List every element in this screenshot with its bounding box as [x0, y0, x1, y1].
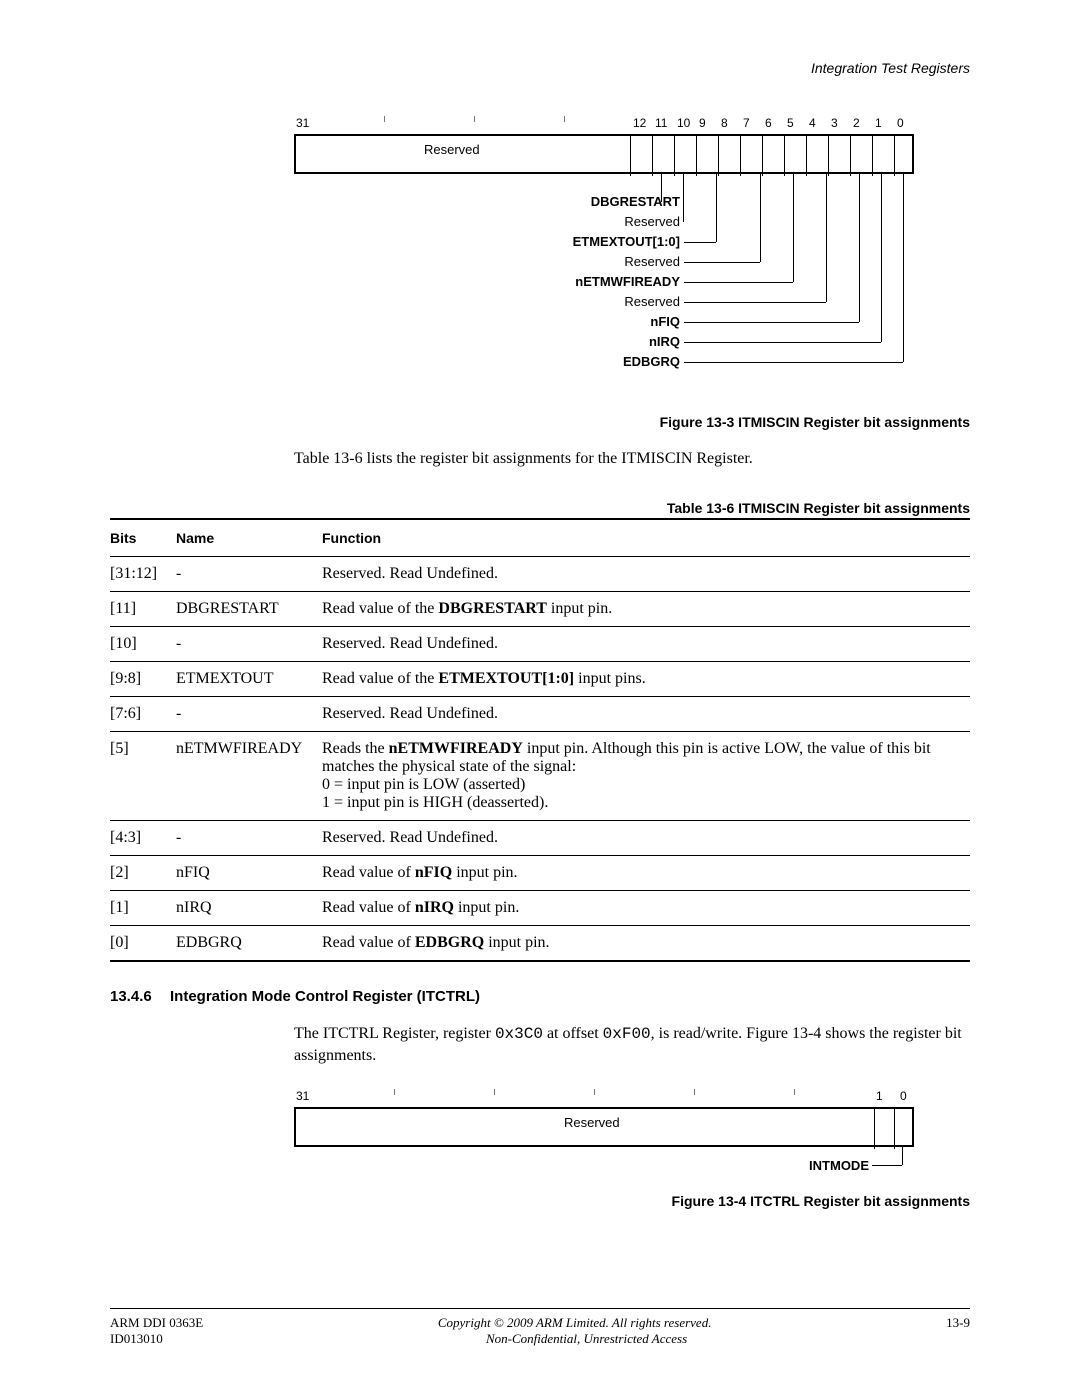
cell-bits: [11]	[110, 591, 176, 626]
cell-function: Read value of nFIQ input pin.	[322, 855, 970, 890]
cell-bits: [10]	[110, 626, 176, 661]
register-box	[294, 134, 914, 174]
section-heading: 13.4.6Integration Mode Control Register …	[110, 988, 970, 1005]
cell-name: -	[176, 820, 322, 855]
bit-1-f2: 1	[876, 1089, 883, 1103]
cell-name: DBGRESTART	[176, 591, 322, 626]
cell-name: -	[176, 556, 322, 591]
table-row: [31:12]-Reserved. Read Undefined.	[110, 556, 970, 591]
cell-name: -	[176, 626, 322, 661]
table-row: [2]nFIQRead value of nFIQ input pin.	[110, 855, 970, 890]
table-row: [4:3]-Reserved. Read Undefined.	[110, 820, 970, 855]
section-title: Integration Mode Control Register (ITCTR…	[170, 988, 480, 1005]
signal-reserved: Reserved	[294, 254, 680, 269]
bitassign-table: Bits Name Function [31:12]-Reserved. Rea…	[110, 518, 970, 962]
figure-itctrl: 31 1 0 Reserved INTMODE	[294, 1089, 914, 1179]
cell-name: nIRQ	[176, 890, 322, 925]
table-row: [10]-Reserved. Read Undefined.	[110, 626, 970, 661]
cell-function: Reserved. Read Undefined.	[322, 626, 970, 661]
th-func: Function	[322, 519, 970, 557]
signal-dbgrestart: DBGRESTART	[294, 194, 680, 209]
cell-bits: [0]	[110, 925, 176, 961]
bit-3: 3	[831, 116, 838, 130]
signal-edbgrq: EDBGRQ	[294, 354, 680, 369]
table-row: [9:8]ETMEXTOUTRead value of the ETMEXTOU…	[110, 661, 970, 696]
bit-0-f2: 0	[900, 1089, 907, 1103]
table-caption: Table 13-6 ITMISCIN Register bit assignm…	[110, 500, 970, 516]
table-row: [1]nIRQRead value of nIRQ input pin.	[110, 890, 970, 925]
running-head: Integration Test Registers	[811, 60, 970, 76]
footer-left: ARM DDI 0363EID013010	[110, 1315, 203, 1347]
intro-text: Table 13-6 lists the register bit assign…	[294, 448, 970, 470]
cell-name: -	[176, 696, 322, 731]
cell-name: ETMEXTOUT	[176, 661, 322, 696]
bit-1: 1	[875, 116, 882, 130]
bit-12: 12	[633, 116, 646, 130]
intmode-label: INTMODE	[754, 1158, 869, 1173]
signal-netmwfiready: nETMWFIREADY	[294, 274, 680, 289]
cell-bits: [4:3]	[110, 820, 176, 855]
table-row: [5]nETMWFIREADYReads the nETMWFIREADY in…	[110, 731, 970, 820]
figure-itmiscin: 31 1211109876543210 Reserved DBGRESTARTR…	[294, 116, 914, 396]
cell-function: Read value of EDBGRQ input pin.	[322, 925, 970, 961]
cell-name: nETMWFIREADY	[176, 731, 322, 820]
bit-31: 31	[296, 116, 309, 130]
signal-reserved: Reserved	[294, 294, 680, 309]
cell-function: Reserved. Read Undefined.	[322, 696, 970, 731]
reserved-main-label: Reserved	[424, 142, 480, 157]
cell-bits: [7:6]	[110, 696, 176, 731]
th-bits: Bits	[110, 519, 176, 557]
footer-right: 13-9	[946, 1315, 970, 1331]
cell-function: Reserved. Read Undefined.	[322, 820, 970, 855]
table-row: [7:6]-Reserved. Read Undefined.	[110, 696, 970, 731]
cell-function: Read value of nIRQ input pin.	[322, 890, 970, 925]
bit-11: 11	[655, 116, 667, 130]
table-row: [0]EDBGRQRead value of EDBGRQ input pin.	[110, 925, 970, 961]
section-body: The ITCTRL Register, register 0x3C0 at o…	[294, 1023, 970, 1067]
bit-5: 5	[787, 116, 794, 130]
cell-function: Reserved. Read Undefined.	[322, 556, 970, 591]
cell-bits: [2]	[110, 855, 176, 890]
bit-2: 2	[853, 116, 860, 130]
cell-function: Reads the nETMWFIREADY input pin. Althou…	[322, 731, 970, 820]
bit-9: 9	[699, 116, 706, 130]
th-name: Name	[176, 519, 322, 557]
reserved-f2: Reserved	[564, 1115, 620, 1130]
bit-8: 8	[721, 116, 728, 130]
cell-function: Read value of the DBGRESTART input pin.	[322, 591, 970, 626]
page-footer: ARM DDI 0363EID013010 13-9 Copyright © 2…	[110, 1308, 970, 1347]
signal-nfiq: nFIQ	[294, 314, 680, 329]
bit-4: 4	[809, 116, 816, 130]
figure2-caption: Figure 13-4 ITCTRL Register bit assignme…	[110, 1193, 970, 1209]
signal-etmextout-1-0-: ETMEXTOUT[1:0]	[294, 234, 680, 249]
cell-bits: [9:8]	[110, 661, 176, 696]
cell-bits: [5]	[110, 731, 176, 820]
bit-7: 7	[743, 116, 750, 130]
bit-10: 10	[677, 116, 690, 130]
footer-center: Copyright © 2009 ARM Limited. All rights…	[110, 1315, 970, 1347]
signal-nirq: nIRQ	[294, 334, 680, 349]
cell-bits: [1]	[110, 890, 176, 925]
signal-reserved: Reserved	[294, 214, 680, 229]
table-row: [11]DBGRESTARTRead value of the DBGRESTA…	[110, 591, 970, 626]
bit-31-f2: 31	[296, 1089, 309, 1103]
figure1-caption: Figure 13-3 ITMISCIN Register bit assign…	[110, 414, 970, 430]
cell-function: Read value of the ETMEXTOUT[1:0] input p…	[322, 661, 970, 696]
bit-0: 0	[897, 116, 904, 130]
cell-name: EDBGRQ	[176, 925, 322, 961]
bit-6: 6	[765, 116, 772, 130]
section-number: 13.4.6	[110, 988, 170, 1005]
cell-name: nFIQ	[176, 855, 322, 890]
cell-bits: [31:12]	[110, 556, 176, 591]
